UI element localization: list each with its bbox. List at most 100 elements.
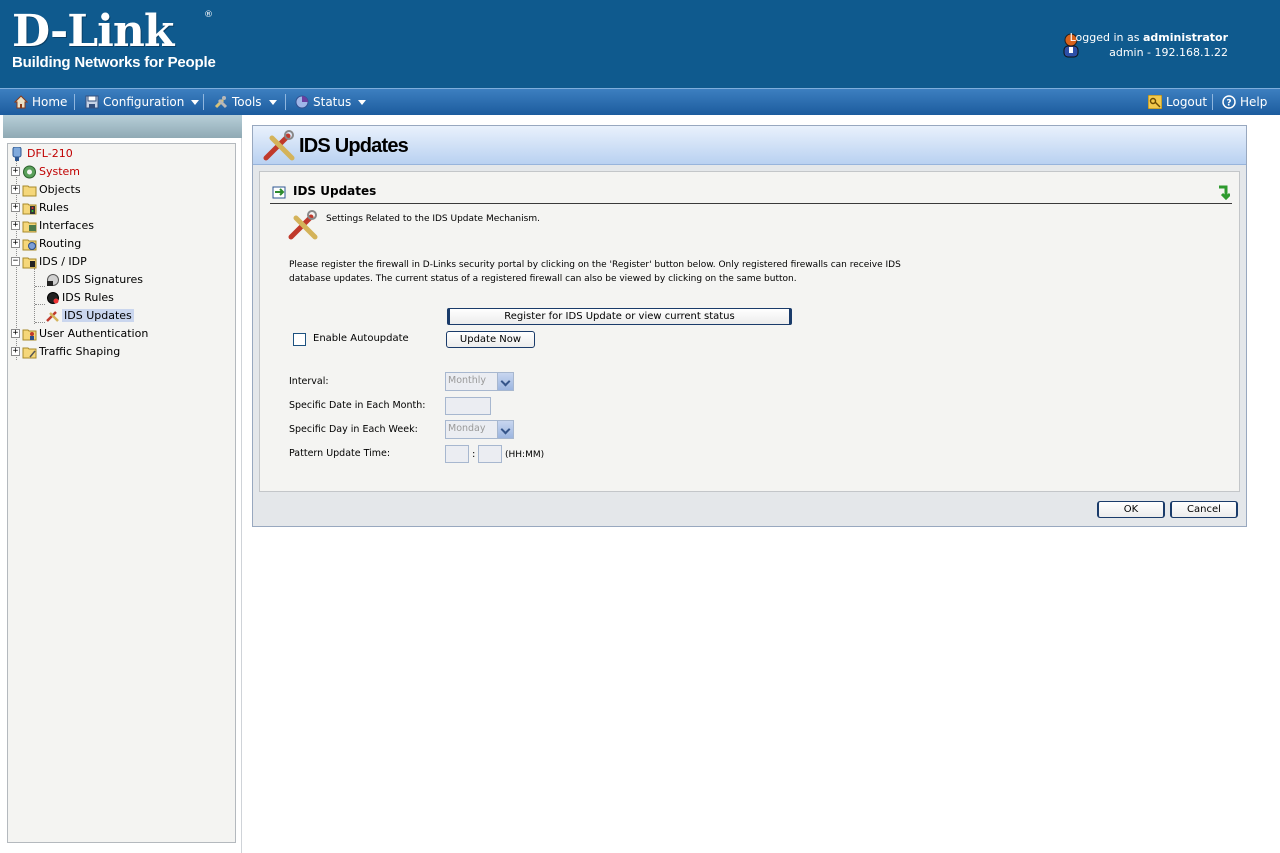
chevron-down-icon [497, 421, 513, 438]
expand-icon[interactable]: + [11, 239, 20, 248]
folder-icon [22, 185, 37, 196]
refresh-icon[interactable] [1216, 184, 1230, 200]
expand-icon[interactable]: + [11, 203, 20, 212]
tools-icon [214, 96, 228, 109]
tree-root-dfl-210[interactable]: DFL-210 [10, 145, 73, 162]
svg-text:?: ? [1226, 99, 1231, 109]
registered-mark: ® [204, 10, 213, 20]
interval-label: Interval: [289, 376, 329, 387]
section-header: IDS Updates [270, 182, 1232, 204]
tree-line [34, 268, 35, 324]
menu-configuration[interactable]: Configuration [85, 89, 200, 115]
logged-in-line: Logged in as administrator [1069, 31, 1228, 44]
expand-icon[interactable]: + [11, 167, 20, 176]
expand-icon[interactable]: + [11, 347, 20, 356]
signatures-icon [47, 273, 59, 286]
registration-info: Please register the firewall in D-Links … [289, 260, 901, 284]
dlink-logo: D-Link ® Building Networks for People [12, 6, 216, 72]
menu-help[interactable]: ? Help [1222, 89, 1267, 115]
header: D-Link ® Building Networks for People Lo… [0, 0, 1280, 88]
chevron-down-icon [268, 99, 277, 105]
chevron-down-icon [497, 373, 513, 390]
expand-icon[interactable]: + [11, 329, 20, 338]
brand-tagline: Building Networks for People [12, 54, 216, 71]
section-description: Settings Related to the IDS Update Mecha… [326, 214, 540, 224]
day-label: Specific Day in Each Week: [289, 424, 418, 435]
tree-item-ids-idp[interactable]: − IDS / IDP [11, 253, 87, 270]
rules-folder-icon [22, 203, 37, 214]
tree-line [35, 304, 45, 305]
time-format-hint: (HH:MM) [505, 450, 545, 460]
update-now-button[interactable]: Update Now [446, 331, 535, 348]
tree-item-rules[interactable]: + Rules [11, 199, 69, 216]
collapse-icon[interactable]: − [11, 257, 20, 266]
tree-item-objects[interactable]: + Objects [11, 181, 81, 198]
menu-bar: Home Configuration Tools Status Logout ?… [0, 88, 1280, 115]
home-icon [14, 95, 28, 109]
ok-button[interactable]: OK [1097, 501, 1165, 518]
time-label: Pattern Update Time: [289, 448, 391, 459]
hour-input[interactable] [445, 445, 469, 463]
menu-separator [1212, 94, 1213, 110]
day-select[interactable]: Monday [445, 420, 514, 439]
tools-icon [288, 210, 318, 240]
tree-line [35, 322, 45, 323]
time-separator: : [472, 449, 476, 460]
section-title: IDS Updates [293, 184, 377, 198]
menu-home[interactable]: Home [14, 89, 67, 115]
sidebar-header [3, 115, 242, 138]
ids-folder-icon [22, 257, 37, 268]
cancel-button[interactable]: Cancel [1170, 501, 1238, 518]
page-title-bar: IDS Updates [253, 126, 1246, 165]
login-info: Logged in as administrator admin - 192.1… [1070, 30, 1228, 60]
chevron-down-icon [191, 99, 200, 105]
register-button[interactable]: Register for IDS Update or view current … [447, 308, 792, 325]
tools-icon [263, 130, 295, 161]
user-auth-folder-icon [22, 329, 37, 340]
username: administrator [1142, 31, 1228, 44]
expand-icon[interactable]: + [11, 221, 20, 230]
tree-item-ids-updates[interactable]: IDS Updates [45, 307, 134, 324]
menu-separator [203, 94, 204, 110]
expand-icon[interactable]: + [11, 185, 20, 194]
tree-line [35, 286, 45, 287]
page-title: IDS Updates [299, 135, 409, 157]
sidebar: DFL-210 + System + Objects + Rules + Int… [0, 115, 242, 853]
tree-item-routing[interactable]: + Routing [11, 235, 81, 252]
interval-select[interactable]: Monthly [445, 372, 514, 391]
autoupdate-checkbox[interactable] [293, 333, 306, 346]
tools-icon [46, 310, 59, 322]
disk-icon [85, 95, 99, 109]
tree-item-ids-signatures[interactable]: IDS Signatures [45, 271, 143, 288]
settings-form: IDS Updates Settings Related to the IDS … [259, 171, 1240, 492]
help-icon: ? [1222, 95, 1236, 109]
navigation-tree: DFL-210 + System + Objects + Rules + Int… [7, 143, 236, 843]
tree-item-traffic-shaping[interactable]: + Traffic Shaping [11, 343, 120, 360]
arrow-in-icon [272, 186, 286, 199]
interfaces-folder-icon [22, 221, 37, 232]
menu-logout[interactable]: Logout [1148, 89, 1207, 115]
tree-item-ids-rules[interactable]: IDS Rules [45, 289, 114, 306]
session-info: admin - 192.168.1.22 [1109, 46, 1228, 59]
main-panel: IDS Updates IDS Updates Settings Related… [252, 125, 1247, 527]
tree-item-user-authentication[interactable]: + User Authentication [11, 325, 148, 342]
tree-item-interfaces[interactable]: + Interfaces [11, 217, 94, 234]
autoupdate-label: Enable Autoupdate [313, 333, 409, 344]
menu-separator [285, 94, 286, 110]
routing-folder-icon [22, 239, 37, 250]
menu-status[interactable]: Status [295, 89, 367, 115]
menu-tools[interactable]: Tools [214, 89, 277, 115]
status-icon [295, 95, 309, 109]
key-icon [1148, 95, 1162, 109]
device-icon [12, 146, 22, 161]
ids-rules-icon [47, 291, 59, 304]
tree-item-system[interactable]: + System [11, 163, 80, 180]
gear-icon [23, 165, 36, 178]
menu-separator [74, 94, 75, 110]
date-label: Specific Date in Each Month: [289, 400, 426, 411]
traffic-folder-icon [22, 347, 37, 358]
minute-input[interactable] [478, 445, 502, 463]
chevron-down-icon [358, 99, 367, 105]
date-input[interactable] [445, 397, 491, 415]
brand-name: D-Link [12, 6, 174, 57]
